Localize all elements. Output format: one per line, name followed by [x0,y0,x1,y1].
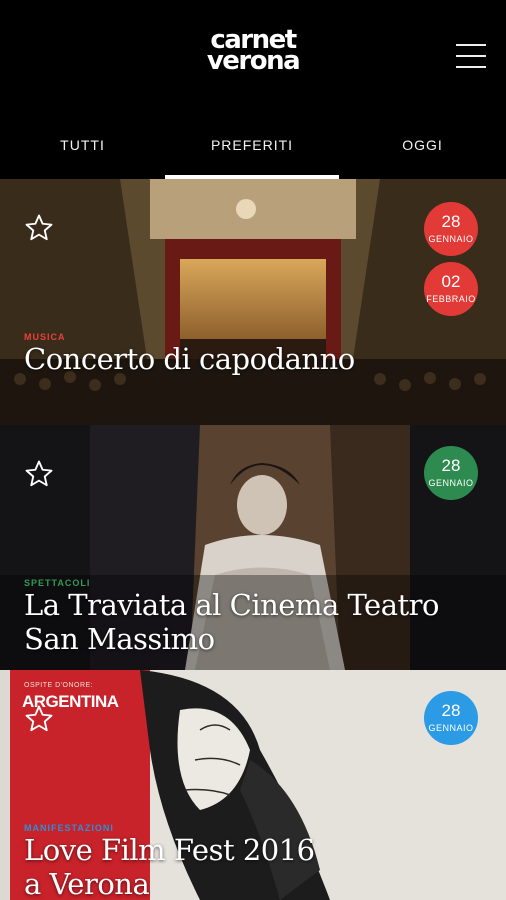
favorite-star-icon[interactable] [24,213,54,243]
date-badge: 28 GENNAIO [424,691,478,745]
event-card-love-film-fest[interactable]: OSPITE D'ONORE: ARGENTINA 28 GENNAIO MAN… [0,670,506,900]
event-title: La Traviata al Cinema Teatro San Massimo [24,588,484,656]
date-month: FEBBRAIO [426,294,476,304]
date-badge: 28 GENNAIO [424,446,478,500]
tab-preferiti[interactable]: PREFERITI [165,137,339,153]
tab-bar: TUTTI PREFERITI OGGI [0,115,506,179]
event-category: MUSICA [24,332,66,342]
date-day: 28 [441,701,461,720]
event-card-concerto[interactable]: 28 GENNAIO 02 FEBBRAIO MUSICA Concerto d… [0,179,506,425]
event-title-line-1: Love Film Fest 2016 [24,833,315,867]
hamburger-menu-icon[interactable] [456,42,488,70]
event-title-line-2: a Verona [24,867,150,900]
event-card-traviata[interactable]: 28 GENNAIO SPETTACOLI La Traviata al Cin… [0,425,506,670]
event-category: SPETTACOLI [24,578,91,588]
date-day: 28 [441,212,461,231]
event-title: Love Film Fest 2016 a Verona [24,833,484,900]
favorite-star-icon[interactable] [24,704,54,734]
date-month: GENNAIO [428,723,474,733]
date-day: 02 [441,272,461,291]
event-title-line-2: San Massimo [24,622,215,656]
tab-oggi[interactable]: OGGI [339,137,506,153]
app-logo[interactable]: carnet verona [0,27,506,76]
event-title-line-1: La Traviata al Cinema Teatro [24,588,439,622]
poster-caption-small: OSPITE D'ONORE: [24,682,94,689]
logo-line-2: verona [206,45,301,76]
date-month: GENNAIO [428,478,474,488]
date-month: GENNAIO [428,234,474,244]
date-badge: 02 FEBBRAIO [424,262,478,316]
tab-tutti[interactable]: TUTTI [0,137,165,153]
favorite-star-icon[interactable] [24,459,54,489]
date-badge: 28 GENNAIO [424,202,478,256]
event-title: Concerto di capodanno [24,342,355,376]
date-day: 28 [441,456,461,475]
event-category: MANIFESTAZIONI [24,823,114,833]
app-header: carnet verona [0,0,506,115]
